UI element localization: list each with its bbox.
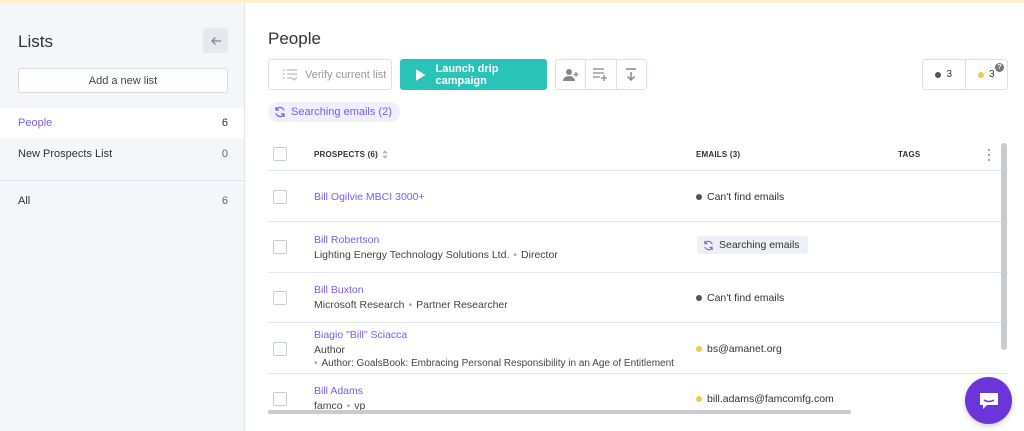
prospect-name-link[interactable]: Bill Ogilvie MBCI 3000+: [314, 191, 425, 203]
email-text: bill.adams@famcomfg.com: [707, 393, 834, 405]
email-status: Can't find emails: [696, 191, 784, 203]
select-all-checkbox[interactable]: [273, 147, 287, 161]
prospect-company: Microsoft Research: [314, 299, 405, 311]
launch-drip-campaign-button[interactable]: Launch drip campaign: [400, 59, 547, 90]
email-text: Can't find emails: [707, 292, 785, 304]
table-row[interactable]: Bill Robertson Lighting Energy Technolog…: [268, 222, 1008, 273]
prospect-details: • Author: GoalsBook: Embracing Personal R…: [314, 358, 674, 369]
sidebar-item-people[interactable]: People 6: [0, 108, 244, 138]
row-checkbox[interactable]: [273, 392, 287, 406]
prospects-column-header[interactable]: PROSPECTS (6): [314, 150, 388, 159]
sidebar-item-count: 0: [221, 148, 228, 160]
refresh-icon: [704, 240, 713, 250]
status-dot-icon: [935, 71, 942, 78]
collapse-sidebar-button[interactable]: [203, 28, 228, 53]
prospect-details: Microsoft Research • Partner Researcher: [314, 299, 508, 311]
prospect-company: Author: [314, 344, 345, 356]
prospect-company: Lighting Energy Technology Solutions Ltd…: [314, 249, 510, 261]
list-add-icon: [593, 68, 608, 81]
add-to-list-button[interactable]: [586, 60, 617, 89]
column-label: EMAILS (3): [696, 150, 741, 159]
column-label: TAGS: [898, 150, 921, 159]
emails-column-header: EMAILS (3): [696, 150, 740, 159]
status-dot-icon: [696, 396, 702, 402]
chat-bubble-icon: [979, 392, 998, 409]
sidebar-item-label: New Prospects List: [18, 148, 113, 160]
stat-value: 3: [988, 69, 995, 80]
separator-dot: •: [408, 299, 413, 311]
email-status: bs@amanet.org: [696, 343, 782, 355]
user-plus-icon: [562, 68, 579, 81]
table-row[interactable]: Bill Adams famco • vp bill.adams@famcomfg.…: [268, 374, 1008, 414]
prospect-name-link[interactable]: Bill Adams: [314, 385, 363, 397]
email-status: bill.adams@famcomfg.com: [696, 393, 834, 405]
separator-dot: •: [314, 358, 318, 369]
prospect-title: Partner Researcher: [416, 299, 508, 311]
email-text: Can't find emails: [707, 191, 785, 203]
table-row[interactable]: Bill Ogilvie MBCI 3000+ Can't find email…: [268, 172, 1008, 222]
prospect-title: Director: [521, 249, 558, 261]
separator-dot: •: [513, 249, 518, 261]
prospect-extra: Author: GoalsBook: Embracing Personal Re…: [321, 358, 674, 369]
row-checkbox[interactable]: [273, 190, 287, 204]
help-icon[interactable]: ?: [995, 63, 1004, 72]
sidebar-item-new-prospects-list[interactable]: New Prospects List 0: [0, 139, 244, 169]
vertical-scrollbar[interactable]: [1001, 143, 1007, 350]
sidebar-divider: [0, 180, 244, 181]
list-actions-group: [555, 59, 647, 90]
prospect-name-link[interactable]: Biagio "Bill" Sciacca: [314, 329, 407, 341]
found-count[interactable]: 3 ?: [966, 60, 1008, 89]
prospect-details: Lighting Energy Technology Solutions Ltd…: [314, 249, 558, 261]
sidebar-title: Lists: [18, 32, 53, 51]
email-status-stats: 3 3 ?: [922, 59, 1008, 90]
row-checkbox[interactable]: [273, 240, 287, 254]
more-options-icon[interactable]: [984, 148, 994, 162]
sidebar-item-count: 6: [221, 117, 228, 129]
prospects-table: PROSPECTS (6) EMAILS (3) TAGS Bill Ogilv…: [268, 138, 1008, 414]
stat-value: 3: [946, 69, 953, 80]
table-row[interactable]: Biagio "Bill" Sciacca Author • Author: Go…: [268, 323, 1008, 374]
add-prospect-button[interactable]: [556, 60, 587, 89]
searching-emails-chip[interactable]: Searching emails (2): [268, 102, 400, 122]
launch-label: Launch drip campaign: [435, 62, 499, 87]
verify-label: Verify current list: [305, 68, 387, 81]
sidebar-item-count: 6: [221, 195, 228, 207]
sidebar-item-all[interactable]: All 6: [0, 186, 244, 216]
sidebar-item-label: All: [18, 195, 31, 207]
play-icon: [416, 68, 426, 81]
verify-current-list-button[interactable]: Verify current list: [268, 59, 392, 90]
email-status: Can't find emails: [696, 292, 784, 304]
sidebar-item-label: People: [18, 117, 53, 129]
page-title: People: [268, 29, 321, 48]
export-button[interactable]: [617, 60, 646, 89]
tags-column-header: TAGS: [898, 150, 920, 159]
refresh-icon: [275, 106, 285, 118]
row-checkbox[interactable]: [273, 342, 287, 356]
sort-icon: [381, 150, 388, 159]
horizontal-scrollbar[interactable]: [268, 410, 851, 414]
download-icon: [626, 68, 637, 81]
prospect-name-link[interactable]: Bill Buxton: [314, 284, 364, 296]
lists-sidebar: Lists Add a new list People 6 New Prospe…: [0, 3, 245, 431]
list-check-icon: [283, 69, 297, 81]
table-header: PROSPECTS (6) EMAILS (3) TAGS: [268, 138, 1008, 171]
status-dot-icon: [696, 346, 702, 352]
not-found-count[interactable]: 3: [923, 60, 966, 89]
searching-label: Searching emails (2): [291, 106, 392, 118]
prospect-name-link[interactable]: Bill Robertson: [314, 234, 379, 246]
email-text: bs@amanet.org: [707, 343, 782, 355]
table-row[interactable]: Bill Buxton Microsoft Research • Partner R…: [268, 273, 1008, 323]
searching-email-chip: Searching emails: [697, 236, 808, 254]
row-checkbox[interactable]: [273, 291, 287, 305]
status-dot-icon: [696, 295, 702, 301]
add-new-list-button[interactable]: Add a new list: [18, 68, 228, 93]
status-dot-icon: [977, 71, 984, 78]
column-label: PROSPECTS (6): [314, 150, 378, 159]
arrow-left-icon: [210, 36, 221, 45]
email-text: Searching emails: [719, 239, 800, 251]
status-dot-icon: [696, 194, 702, 200]
chat-widget-button[interactable]: [965, 377, 1012, 424]
